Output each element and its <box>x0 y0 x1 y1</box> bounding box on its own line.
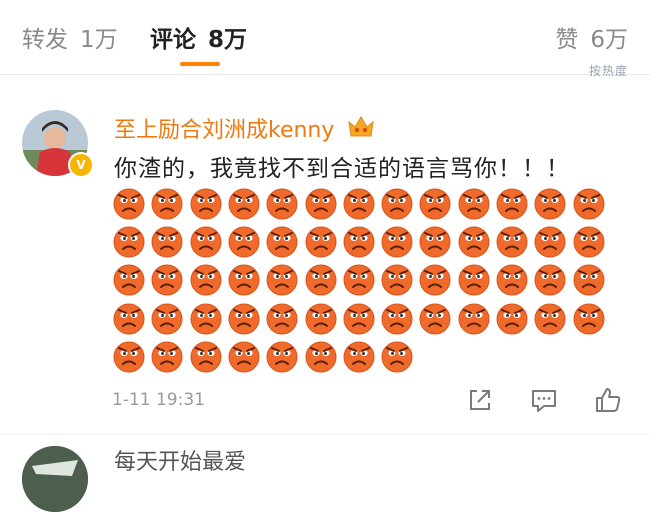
tab-comments[interactable]: 评论 8万 <box>150 20 247 54</box>
angry-face-emoji <box>572 262 606 296</box>
angry-face-emoji <box>457 301 491 335</box>
angry-face-emoji <box>189 301 223 335</box>
angry-face-emoji <box>342 339 376 373</box>
angry-face-emoji <box>150 301 184 335</box>
angry-face-emoji <box>380 262 414 296</box>
angry-face-emoji <box>304 224 338 258</box>
angry-face-emoji <box>304 262 338 296</box>
angry-face-emoji <box>150 224 184 258</box>
active-tab-indicator <box>180 62 220 66</box>
sort-toggle[interactable]: 按热度 <box>589 62 628 79</box>
next-comment-avatar[interactable] <box>22 446 88 512</box>
like-button[interactable] <box>592 384 624 416</box>
angry-face-emoji <box>189 224 223 258</box>
angry-face-emoji <box>227 262 261 296</box>
comment-timestamp: 1-11 19:31 <box>112 390 205 410</box>
angry-face-emoji <box>572 186 606 220</box>
angry-face-emoji <box>265 224 299 258</box>
tab-likes[interactable]: 赞 6万 <box>555 20 628 54</box>
angry-face-emoji <box>265 186 299 220</box>
share-button[interactable] <box>464 384 496 416</box>
comment-username[interactable]: 至上励合刘洲成kenny <box>114 118 334 143</box>
angry-face-emoji <box>380 301 414 335</box>
angry-face-emoji <box>265 262 299 296</box>
next-comment-username[interactable]: 每天开始最爱 <box>114 444 246 476</box>
angry-face-emoji <box>304 301 338 335</box>
angry-face-emoji <box>342 224 376 258</box>
angry-face-emoji <box>342 262 376 296</box>
tab-repost[interactable]: 转发 1万 <box>22 20 118 54</box>
angry-face-emoji <box>457 224 491 258</box>
angry-face-emoji <box>342 186 376 220</box>
angry-face-emoji <box>150 339 184 373</box>
comment-author-row: 至上励合刘洲成kenny <box>114 112 376 144</box>
comment-divider <box>0 434 650 435</box>
angry-face-emoji <box>304 339 338 373</box>
angry-face-emoji <box>418 186 452 220</box>
angry-face-emoji <box>227 301 261 335</box>
angry-face-emoji <box>380 186 414 220</box>
angry-face-emoji <box>265 301 299 335</box>
angry-face-emoji <box>189 186 223 220</box>
angry-face-emoji <box>112 186 146 220</box>
angry-face-emoji <box>150 186 184 220</box>
crown-badge-icon <box>346 114 376 144</box>
angry-face-emoji <box>457 186 491 220</box>
angry-face-emoji <box>495 301 529 335</box>
comment-text: 你渣的，我竟找不到合适的语言骂你！！！ <box>114 156 570 182</box>
angry-face-emoji <box>112 339 146 373</box>
comment-tab-bar: 转发 1万 评论 8万 赞 6万 按热度 <box>0 0 650 78</box>
reply-button[interactable] <box>528 384 560 416</box>
angry-face-emoji <box>112 301 146 335</box>
angry-face-emoji <box>112 224 146 258</box>
angry-face-emoji <box>533 224 567 258</box>
angry-face-emoji <box>380 224 414 258</box>
angry-face-emoji <box>457 262 491 296</box>
tab-likes-count: 6万 <box>590 27 628 53</box>
angry-face-emoji <box>227 186 261 220</box>
angry-face-emoji <box>572 224 606 258</box>
angry-face-emoji <box>418 224 452 258</box>
like-icon <box>596 388 621 412</box>
share-icon <box>470 390 490 410</box>
angry-face-emoji <box>304 186 338 220</box>
angry-face-emoji <box>342 301 376 335</box>
tab-comments-label: 评论 <box>150 27 196 53</box>
tab-repost-count: 1万 <box>80 27 118 53</box>
angry-face-emoji <box>189 339 223 373</box>
angry-face-emoji <box>112 262 146 296</box>
angry-face-emoji <box>572 301 606 335</box>
angry-face-emoji <box>533 262 567 296</box>
tab-repost-label: 转发 <box>22 27 68 53</box>
angry-face-emoji <box>380 339 414 373</box>
angry-face-emoji <box>533 301 567 335</box>
verified-badge-icon: V <box>68 152 94 178</box>
angry-face-emoji <box>533 186 567 220</box>
angry-face-emoji <box>495 186 529 220</box>
angry-face-emoji <box>495 224 529 258</box>
angry-face-emoji <box>227 339 261 373</box>
tab-comments-count: 8万 <box>208 27 248 53</box>
angry-face-emoji <box>227 224 261 258</box>
tab-likes-label: 赞 <box>555 27 579 53</box>
comment-icon <box>532 390 556 412</box>
angry-face-emoji <box>265 339 299 373</box>
angry-face-emoji <box>418 301 452 335</box>
angry-face-emoji <box>495 262 529 296</box>
angry-face-emoji <box>418 262 452 296</box>
angry-face-emoji <box>189 262 223 296</box>
angry-face-emoji <box>150 262 184 296</box>
